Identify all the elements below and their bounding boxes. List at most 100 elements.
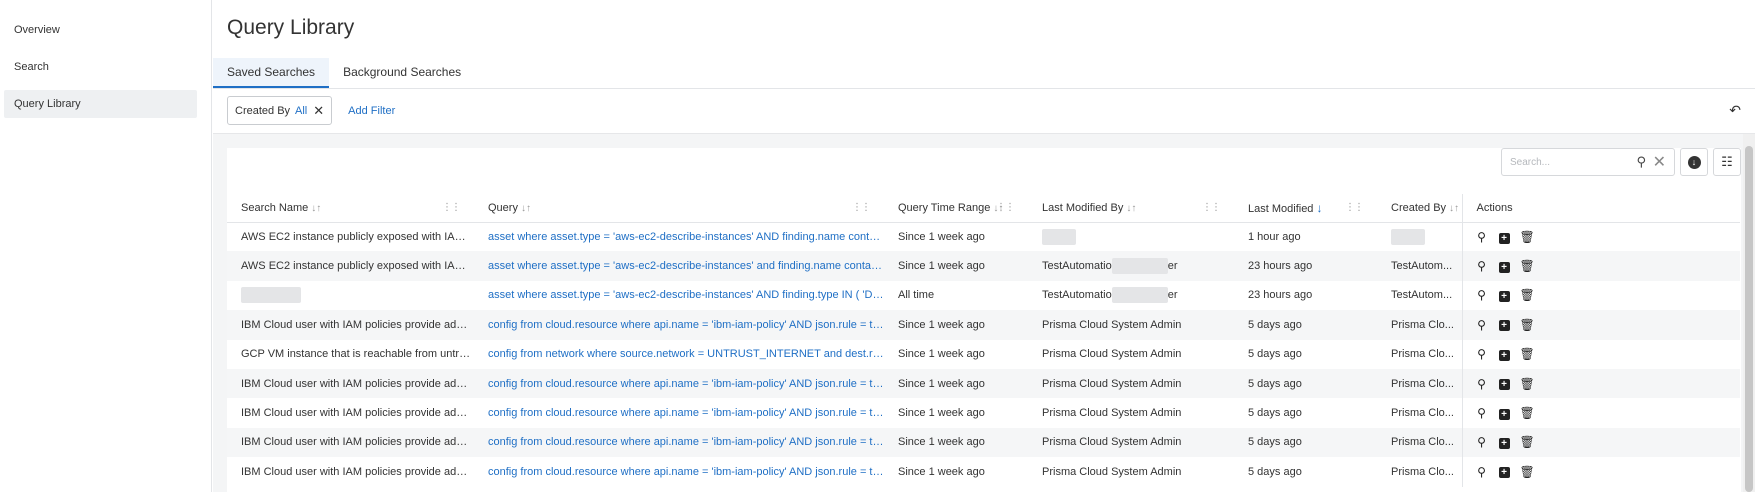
cell-actions: ⚲ + 🗑 [1461, 427, 1740, 458]
cell-query[interactable]: asset where asset.type = 'aws-ec2-descri… [474, 280, 884, 311]
table-row[interactable]: IBM Cloud user with IAM policies provide… [227, 310, 1740, 340]
cell-search-name[interactable]: GCP VM instance that is reachable from u… [227, 339, 474, 369]
table-row[interactable]: AWS EC2 instance publicly exposed with I… [227, 251, 1740, 281]
cell-search-name[interactable]: IBM Cloud user with IAM policies provide… [227, 368, 474, 399]
cell-query[interactable]: config from cloud.resource where api.nam… [474, 310, 884, 340]
modified-by-tail: er [1167, 259, 1178, 272]
cell-search-name[interactable] [227, 280, 474, 311]
trash-icon[interactable]: 🗑 [1520, 435, 1535, 449]
trash-icon[interactable]: 🗑 [1520, 288, 1535, 302]
sort-icon[interactable]: ↓↑ [311, 203, 321, 214]
add-icon[interactable]: + [1498, 438, 1510, 450]
search-icon[interactable]: ⚲ [1475, 259, 1489, 273]
column-header-created-by[interactable]: Created By ↓↑ [1377, 194, 1462, 223]
sort-icon[interactable]: ↓↑ [521, 203, 531, 214]
download-button[interactable]: ↓ [1680, 148, 1708, 176]
add-icon[interactable]: + [1498, 379, 1510, 391]
search-icon[interactable]: ⚲ [1475, 377, 1489, 391]
drag-handle-icon[interactable]: ⋮⋮ [996, 202, 1015, 213]
add-icon[interactable]: + [1498, 467, 1510, 479]
add-icon[interactable]: + [1498, 291, 1510, 303]
cell-query[interactable]: config from cloud.resource where api.nam… [474, 427, 884, 458]
sort-icon[interactable]: ↓↑ [1449, 203, 1459, 214]
add-icon[interactable]: + [1498, 408, 1510, 420]
search-icon[interactable]: ⚲ [1636, 154, 1646, 170]
close-icon[interactable]: ✕ [313, 103, 324, 119]
table-row[interactable]: IBM Cloud user with IAM policies provide… [227, 427, 1740, 458]
tab-background-searches[interactable]: Background Searches [329, 58, 475, 88]
vertical-scrollbar[interactable] [1743, 134, 1755, 492]
column-header-query-time-range[interactable]: Query Time Range ↓↑ ⋮⋮ [884, 194, 1028, 223]
cell-last-modified: 23 hours ago [1234, 280, 1377, 311]
cell-search-name[interactable]: AWS EC2 instance publicly exposed with I… [227, 222, 474, 252]
table-row[interactable]: IBM Cloud user with IAM policies provide… [227, 398, 1740, 428]
cell-query-time-range: Since 1 week ago [884, 457, 1028, 487]
column-header-search-name[interactable]: Search Name ↓↑ ⋮⋮ [227, 194, 474, 223]
search-icon[interactable]: ⚲ [1475, 230, 1489, 244]
search-icon[interactable]: ⚲ [1475, 347, 1489, 361]
trash-icon[interactable]: 🗑 [1520, 230, 1535, 244]
cell-query[interactable]: config from network where source.network… [474, 339, 884, 369]
search-icon[interactable]: ⚲ [1475, 288, 1489, 302]
clear-icon[interactable]: ✕ [1653, 152, 1666, 172]
search-icon[interactable]: ⚲ [1475, 465, 1489, 479]
table-row[interactable]: AWS EC2 instance publicly exposed with I… [227, 222, 1740, 252]
cell-search-name[interactable]: IBM Cloud user with IAM policies provide… [227, 457, 474, 487]
search-icon[interactable]: ⚲ [1475, 406, 1489, 420]
column-header-last-modified[interactable]: Last Modified ↓ ⋮⋮ [1234, 194, 1377, 223]
sort-desc-icon[interactable]: ↓ [1316, 201, 1322, 215]
cell-search-name[interactable]: AWS EC2 instance publicly exposed with I… [227, 251, 474, 281]
trash-icon[interactable]: 🗑 [1520, 465, 1535, 479]
reset-icon[interactable]: ↶ [1729, 102, 1741, 119]
trash-icon[interactable]: 🗑 [1520, 406, 1535, 420]
scrollbar-thumb[interactable] [1745, 146, 1753, 492]
table-row[interactable]: asset where asset.type = 'aws-ec2-descri… [227, 280, 1740, 311]
search-icon[interactable]: ⚲ [1475, 435, 1489, 449]
trash-icon[interactable]: 🗑 [1520, 259, 1535, 273]
cell-created-by: TestAutom... [1377, 251, 1462, 281]
sidebar-item-search[interactable]: Search [4, 53, 197, 81]
cell-query[interactable]: asset where asset.type = 'aws-ec2-descri… [474, 251, 884, 281]
cell-query-time-range: Since 1 week ago [884, 251, 1028, 281]
column-header-query[interactable]: Query ↓↑ ⋮⋮ [474, 194, 884, 223]
add-icon[interactable]: + [1498, 320, 1510, 332]
drag-handle-icon[interactable]: ⋮⋮ [442, 202, 461, 213]
add-icon[interactable]: + [1498, 261, 1510, 273]
add-icon[interactable]: + [1498, 232, 1510, 244]
table-row[interactable]: GCP VM instance that is reachable from u… [227, 339, 1740, 369]
cell-created-by [1377, 222, 1462, 252]
cell-search-name[interactable]: IBM Cloud user with IAM policies provide… [227, 310, 474, 340]
add-filter-button[interactable]: Add Filter [348, 105, 395, 117]
trash-icon[interactable]: 🗑 [1520, 377, 1535, 391]
filter-chip-created-by[interactable]: Created By All ✕ [227, 96, 333, 125]
tab-saved-searches[interactable]: Saved Searches [213, 58, 330, 88]
table-row[interactable]: IBM Cloud user with IAM policies provide… [227, 457, 1740, 487]
trash-icon[interactable]: 🗑 [1520, 318, 1535, 332]
cell-query-time-range: All time [884, 280, 1028, 311]
search-icon[interactable]: ⚲ [1475, 318, 1489, 332]
drag-handle-icon[interactable]: ⋮⋮ [852, 202, 871, 213]
drag-handle-icon[interactable]: ⋮⋮ [1202, 202, 1221, 213]
search-input[interactable] [1502, 149, 1622, 175]
add-icon[interactable]: + [1498, 349, 1510, 361]
drag-handle-icon[interactable]: ⋮⋮ [1345, 202, 1364, 213]
cell-search-name[interactable]: IBM Cloud user with IAM policies provide… [227, 398, 474, 428]
cell-created-by: Prisma Clo... [1377, 398, 1462, 428]
column-header-last-modified-by[interactable]: Last Modified By ↓↑ ⋮⋮ [1028, 194, 1234, 223]
cell-query[interactable]: config from cloud.resource where api.nam… [474, 398, 884, 428]
table-body: AWS EC2 instance publicly exposed with I… [227, 222, 1740, 487]
cell-query[interactable]: config from cloud.resource where api.nam… [474, 368, 884, 399]
trash-icon[interactable]: 🗑 [1520, 347, 1535, 361]
cell-query[interactable]: config from cloud.resource where api.nam… [474, 457, 884, 487]
cell-last-modified: 23 hours ago [1234, 251, 1377, 281]
sidebar-item-overview[interactable]: Overview [4, 16, 197, 44]
columns-button[interactable]: ☷ [1713, 148, 1741, 176]
table-panel: ⚲ ✕ ↓ ☷ Search Name↓↑⋮⋮ Qu [227, 148, 1741, 492]
redacted-block [1111, 287, 1168, 304]
sort-icon[interactable]: ↓↑ [1126, 203, 1136, 214]
column-label: Created By [1391, 201, 1447, 214]
sidebar-item-query-library[interactable]: Query Library [4, 90, 197, 118]
table-row[interactable]: IBM Cloud user with IAM policies provide… [227, 368, 1740, 399]
cell-search-name[interactable]: IBM Cloud user with IAM policies provide… [227, 427, 474, 458]
cell-query[interactable]: asset where asset.type = 'aws-ec2-descri… [474, 222, 884, 252]
